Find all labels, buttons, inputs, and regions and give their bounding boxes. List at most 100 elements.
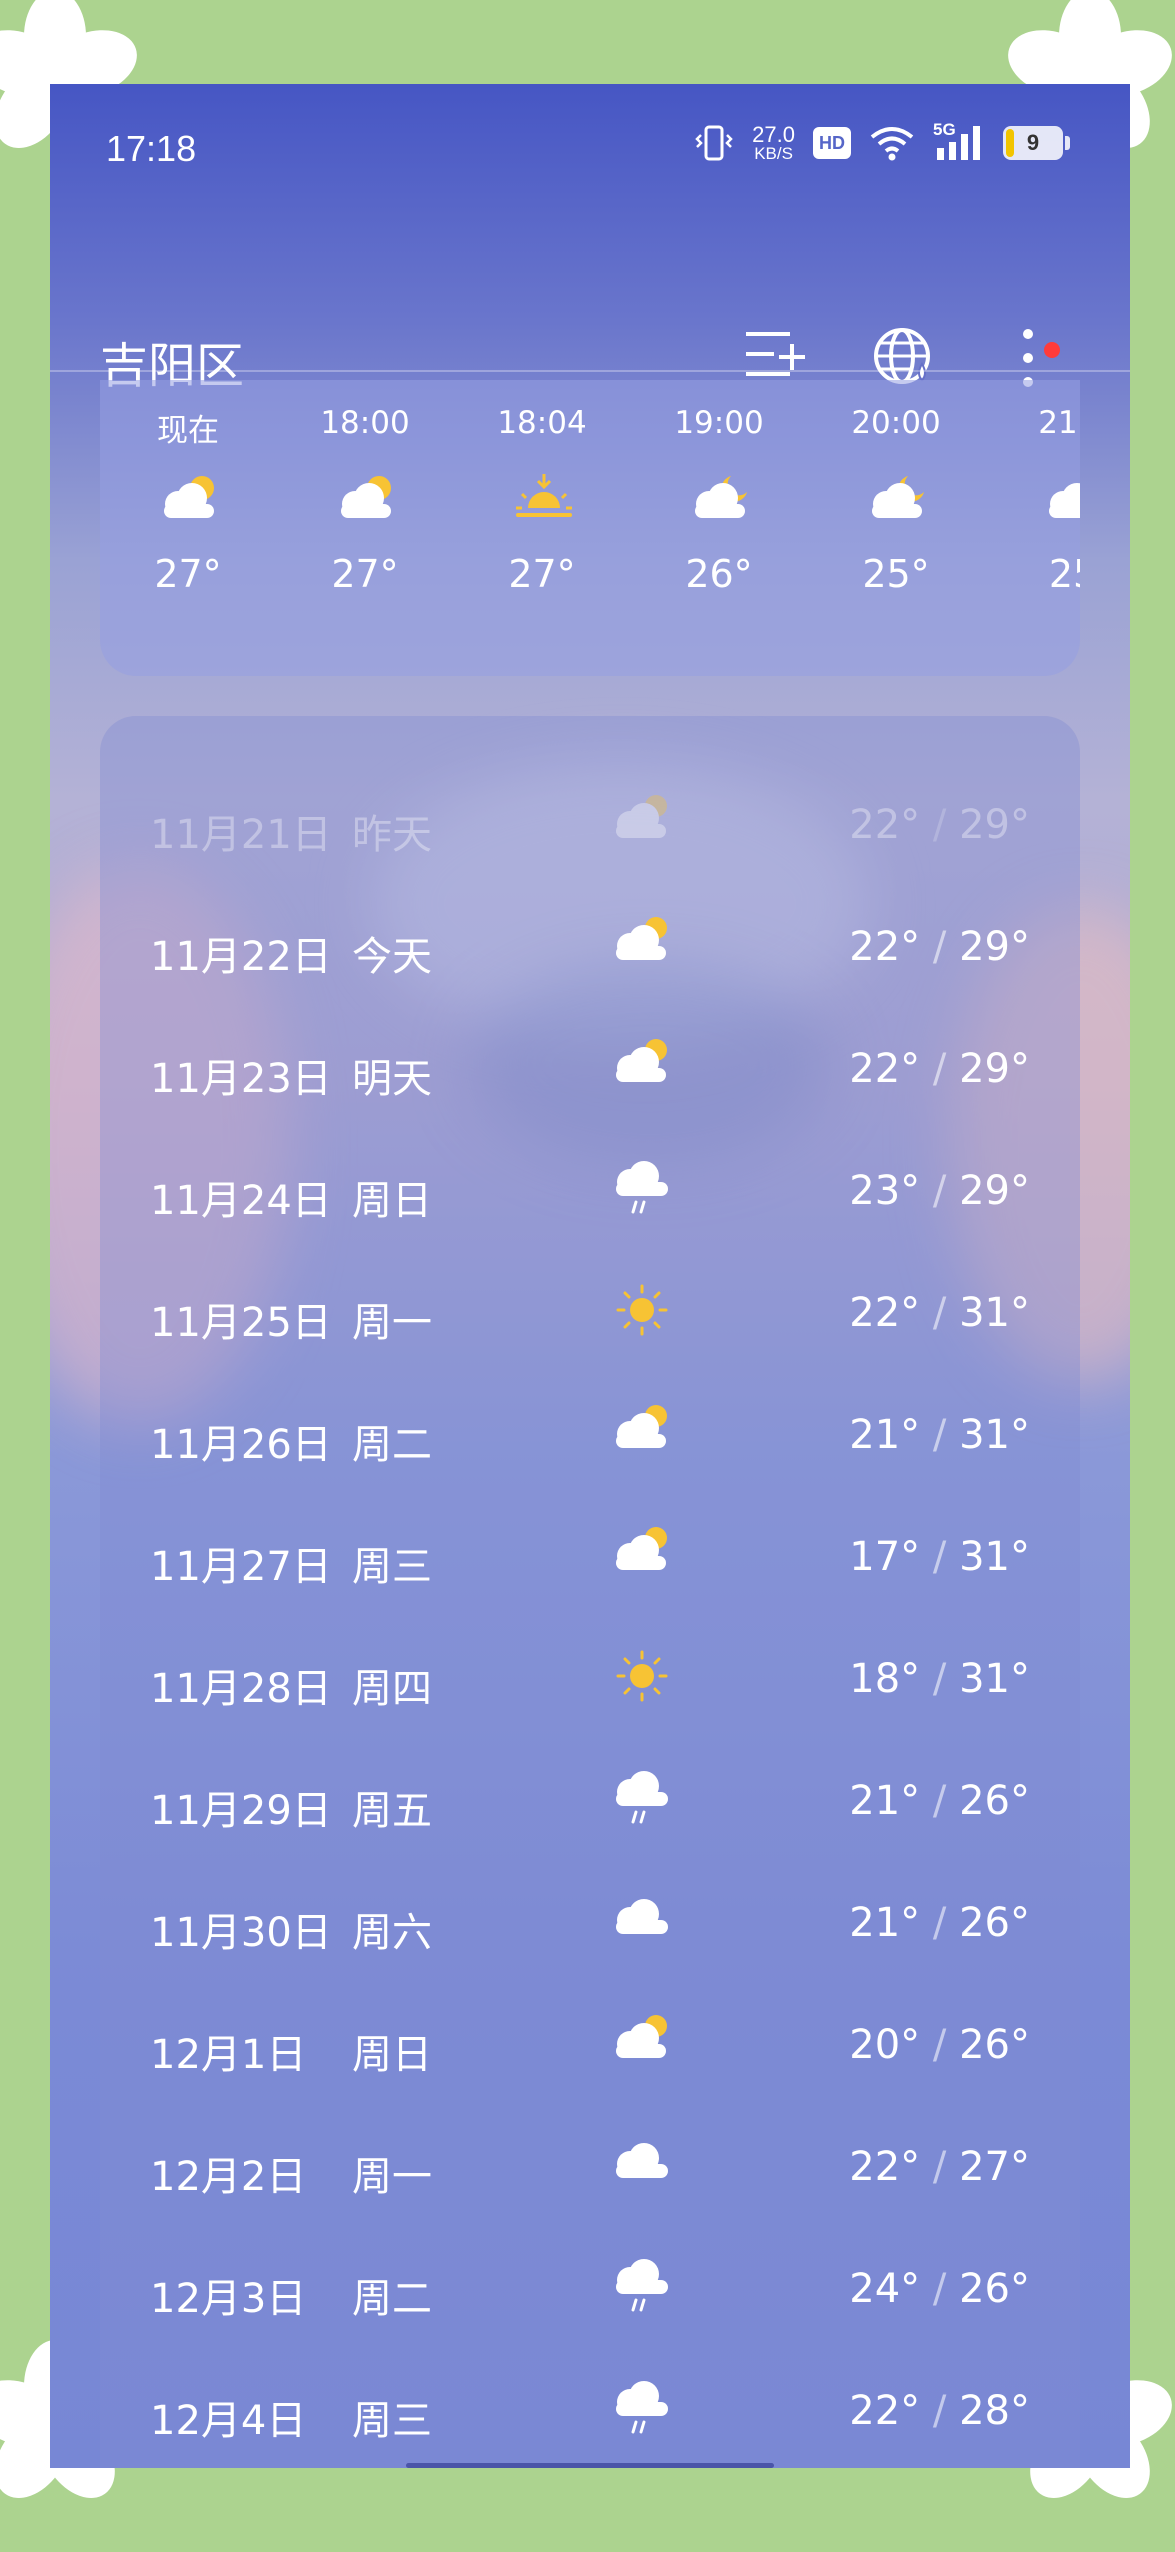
daily-low: 17°	[849, 1534, 921, 1580]
daily-weekday: 周五	[352, 1788, 432, 1834]
daily-row[interactable]: 11月29日 周五 21° / 26°	[100, 1740, 1080, 1862]
daily-temp-range: 18° / 31°	[849, 1656, 1030, 1702]
sunset-icon	[516, 474, 572, 517]
daily-row[interactable]: 11月25日 周一 22° / 31°	[100, 1252, 1080, 1374]
daily-low: 21°	[849, 1412, 921, 1458]
hourly-time: 18:04	[497, 405, 587, 441]
daily-weekday: 周三	[352, 2398, 432, 2444]
daily-weekday: 周二	[352, 2276, 432, 2322]
network-speed-unit: KB/S	[754, 143, 793, 163]
daily-temp-range: 21° / 26°	[849, 1900, 1030, 1946]
daily-low: 22°	[849, 802, 921, 848]
daily-row[interactable]: 11月26日 周二 21° / 31°	[100, 1374, 1080, 1496]
daily-temp-range: 22° / 29°	[849, 924, 1030, 970]
daily-temp-range: 23° / 29°	[849, 1168, 1030, 1214]
daily-high: 29°	[959, 1046, 1030, 1092]
daily-high: 31°	[959, 1656, 1030, 1702]
header-divider	[50, 370, 1130, 372]
partly-cloudy-icon	[616, 795, 667, 838]
signal-bars-icon	[937, 126, 980, 160]
daily-high: 31°	[959, 1290, 1030, 1336]
daily-date: 11月21日	[150, 812, 332, 858]
rain-icon	[616, 1161, 668, 1214]
daily-row[interactable]: 11月24日 周日 23° / 29°	[100, 1130, 1080, 1252]
cloudy-icon	[616, 2143, 668, 2178]
daily-weekday: 周二	[352, 1422, 432, 1468]
hourly-time: 18:00	[320, 405, 410, 441]
daily-weekday: 周日	[352, 2032, 432, 2078]
daily-row[interactable]: 12月1日 周日 20° / 26°	[100, 1984, 1080, 2106]
daily-date: 11月30日	[150, 1910, 332, 1956]
daily-date: 12月4日	[150, 2398, 307, 2444]
daily-date: 11月23日	[150, 1056, 332, 1102]
notification-dot	[1044, 342, 1060, 358]
daily-row[interactable]: 11月21日 昨天 22° / 29°	[100, 764, 1080, 886]
home-indicator[interactable]	[406, 2463, 774, 2468]
daily-temp-range: 17° / 31°	[849, 1534, 1030, 1580]
daily-low: 22°	[849, 924, 921, 970]
hourly-time: 现在	[157, 413, 219, 449]
vibrate-icon	[695, 125, 733, 161]
daily-temp-range: 22° / 29°	[849, 1046, 1030, 1092]
daily-row[interactable]: 12月4日 周三 22° / 28°	[100, 2350, 1080, 2468]
city-list-add-icon[interactable]	[742, 326, 806, 382]
daily-high: 26°	[959, 1778, 1030, 1824]
network-speed: 27.0 KB/S	[752, 121, 795, 163]
daily-low: 22°	[849, 2144, 921, 2190]
daily-row[interactable]: 12月3日 周二 24° / 26°	[100, 2228, 1080, 2350]
status-bar: 17:18 27.0 KB/S HD 5G 9	[50, 84, 1130, 204]
daily-date: 11月26日	[150, 1422, 332, 1468]
daily-temp-range: 20° / 26°	[849, 2022, 1030, 2068]
daily-high: 27°	[959, 2144, 1030, 2190]
partly-cloudy-night-icon	[872, 476, 924, 518]
hourly-time: 19:00	[674, 405, 764, 441]
partly-cloudy-icon	[616, 2015, 667, 2058]
daily-date: 11月27日	[150, 1544, 332, 1590]
daily-weekday: 周六	[352, 1910, 432, 1956]
daily-low: 23°	[849, 1168, 921, 1214]
hourly-time: 20:00	[851, 405, 941, 441]
hourly-temp: 27°	[508, 552, 576, 596]
battery-fill	[1006, 129, 1014, 157]
daily-date: 11月29日	[150, 1788, 332, 1834]
partly-cloudy-night-icon	[695, 476, 747, 518]
daily-temp-range: 22° / 27°	[849, 2144, 1030, 2190]
daily-weekday: 明天	[352, 1056, 432, 1102]
daily-low: 18°	[849, 1656, 921, 1702]
daily-row[interactable]: 11月22日 今天 22° / 29°	[100, 886, 1080, 1008]
hourly-forecast[interactable]: 现在 27° 18:00 27° 18:04 27° 19:00 26° 20:…	[100, 380, 1080, 676]
daily-weekday: 周一	[352, 1300, 432, 1346]
network-speed-value: 27.0	[752, 121, 795, 147]
daily-temp-range: 22° / 29°	[849, 802, 1030, 848]
daily-high: 26°	[959, 2266, 1030, 2312]
daily-row[interactable]: 11月28日 周四 18° / 31°	[100, 1618, 1080, 1740]
daily-row[interactable]: 11月27日 周三 17° / 31°	[100, 1496, 1080, 1618]
daily-temp-range: 22° / 28°	[849, 2388, 1030, 2434]
daily-high: 29°	[959, 924, 1030, 970]
wifi-icon	[870, 127, 914, 161]
daily-high: 28°	[959, 2388, 1030, 2434]
daily-high: 26°	[959, 2022, 1030, 2068]
hourly-temp: 26°	[685, 552, 753, 596]
daily-high: 31°	[959, 1534, 1030, 1580]
daily-high: 29°	[959, 1168, 1030, 1214]
daily-weekday: 周日	[352, 1178, 432, 1224]
daily-low: 24°	[849, 2266, 921, 2312]
daily-low: 22°	[849, 2388, 921, 2434]
daily-date: 11月25日	[150, 1300, 332, 1346]
hd-icon: HD	[813, 127, 851, 159]
daily-weekday: 昨天	[352, 812, 432, 858]
hourly-temp: 27°	[154, 552, 222, 596]
partly-cloudy-icon	[616, 917, 667, 960]
daily-row[interactable]: 11月23日 明天 22° / 29°	[100, 1008, 1080, 1130]
rain-icon	[616, 2381, 668, 2434]
daily-date: 12月2日	[150, 2154, 307, 2200]
daily-row[interactable]: 11月30日 周六 21° / 26°	[100, 1862, 1080, 1984]
daily-low: 21°	[849, 1778, 921, 1824]
daily-forecast[interactable]: 11月21日 昨天 22° / 29° 11月22日 今天 22° / 29° …	[100, 716, 1080, 2468]
daily-date: 11月28日	[150, 1666, 332, 1712]
daily-date: 12月1日	[150, 2032, 307, 2078]
rain-icon	[616, 1771, 668, 1824]
daily-row[interactable]: 12月2日 周一 22° / 27°	[100, 2106, 1080, 2228]
daily-date: 12月3日	[150, 2276, 307, 2322]
